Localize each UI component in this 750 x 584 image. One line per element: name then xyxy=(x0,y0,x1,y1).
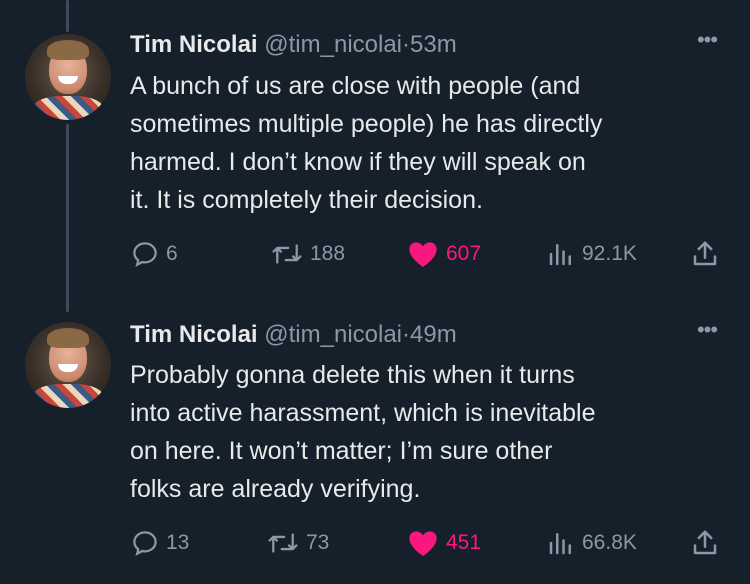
avatar[interactable] xyxy=(25,322,111,408)
display-name[interactable]: Tim Nicolai xyxy=(130,321,258,348)
views-icon xyxy=(546,239,576,269)
views-count: 66.8K xyxy=(582,531,637,554)
share-button[interactable] xyxy=(690,236,720,272)
tweet-text-line: Probably gonna delete this when it turns xyxy=(130,361,575,389)
tweet-header: Tim Nicolai @tim_nicolai·53m xyxy=(130,31,457,61)
reply-icon xyxy=(130,239,160,269)
action-bar: 6 188 607 92.1K xyxy=(0,236,750,272)
like-count: 451 xyxy=(446,531,482,554)
tweet-text-line: into active harassment, which is inevita… xyxy=(130,399,596,427)
views-button[interactable]: 66.8K xyxy=(546,525,637,561)
like-button[interactable]: 451 xyxy=(406,525,481,561)
retweet-count: 73 xyxy=(306,531,330,554)
more-options-icon[interactable]: ••• xyxy=(692,29,722,54)
share-icon xyxy=(690,239,720,269)
tweet-text-line: sometimes multiple people) he has direct… xyxy=(130,110,603,138)
reply-button[interactable]: 13 xyxy=(130,525,189,561)
separator: · xyxy=(402,31,411,58)
retweet-icon xyxy=(270,239,304,269)
thread-line-connector xyxy=(66,124,69,312)
tweet-text: A bunch of us are close with people (and… xyxy=(130,67,730,219)
share-button[interactable] xyxy=(690,525,720,561)
timestamp[interactable]: 53m xyxy=(410,31,457,58)
avatar[interactable] xyxy=(25,34,111,120)
reply-button[interactable]: 6 xyxy=(130,236,178,272)
reply-count: 6 xyxy=(166,242,178,265)
heart-icon xyxy=(406,239,440,269)
tweet-text-line: A bunch of us are close with people (and xyxy=(130,72,581,100)
user-handle[interactable]: @tim_nicolai xyxy=(264,31,402,58)
tweet-text-line: folks are already verifying. xyxy=(130,475,421,503)
tweet-text-line: it. It is completely their decision. xyxy=(130,186,483,214)
thread-line-top xyxy=(66,0,69,32)
views-icon xyxy=(546,528,576,558)
retweet-button[interactable]: 188 xyxy=(270,236,345,272)
tweet-text-line: on here. It won’t matter; I’m sure other xyxy=(130,437,553,465)
views-count: 92.1K xyxy=(582,242,637,265)
share-icon xyxy=(690,528,720,558)
reply-count: 13 xyxy=(166,531,190,554)
action-bar: 13 73 451 66.8K xyxy=(0,525,750,561)
like-count: 607 xyxy=(446,242,482,265)
user-handle[interactable]: @tim_nicolai xyxy=(264,321,402,348)
tweet-text: Probably gonna delete this when it turns… xyxy=(130,356,730,508)
views-button[interactable]: 92.1K xyxy=(546,236,637,272)
more-options-icon[interactable]: ••• xyxy=(692,319,722,344)
like-button[interactable]: 607 xyxy=(406,236,481,272)
retweet-icon xyxy=(266,528,300,558)
tweet-header: Tim Nicolai @tim_nicolai·49m xyxy=(130,321,457,351)
heart-icon xyxy=(406,528,440,558)
timestamp[interactable]: 49m xyxy=(410,321,457,348)
retweet-count: 188 xyxy=(310,242,346,265)
reply-icon xyxy=(130,528,160,558)
tweet-text-line: harmed. I don’t know if they will speak … xyxy=(130,148,586,176)
display-name[interactable]: Tim Nicolai xyxy=(130,31,258,58)
retweet-button[interactable]: 73 xyxy=(266,525,329,561)
separator: · xyxy=(402,321,411,348)
